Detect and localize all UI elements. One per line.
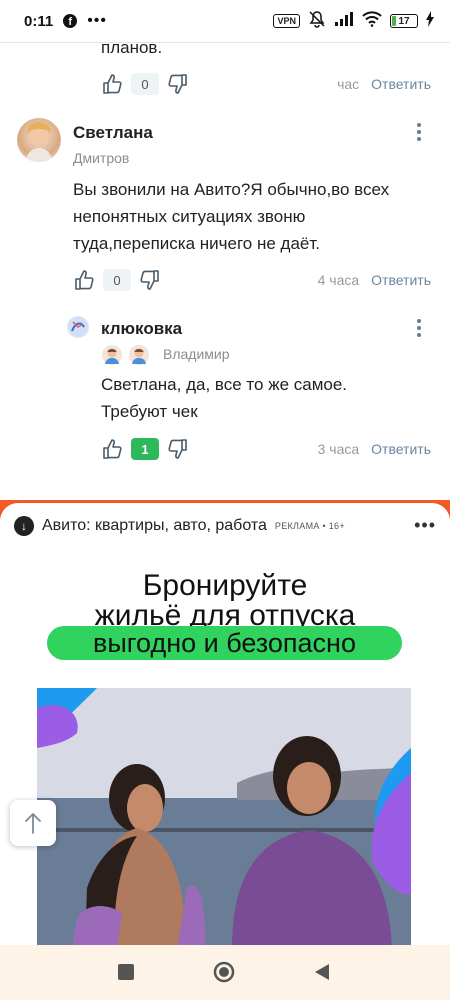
ad-header: ↓ Авито: квартиры, авто, работа РЕКЛАМА … [14,515,436,536]
download-arrow-icon: ↓ [14,515,34,536]
like-button[interactable] [73,269,95,291]
arrow-up-icon [25,813,41,834]
ad-image[interactable] [37,688,411,948]
reply-link[interactable]: Ответить [371,272,431,288]
comment-text-line: Светлана, да, все то же самое. [101,375,348,394]
back-button[interactable] [313,963,331,981]
signal-icon [334,11,354,32]
status-bar: 0:11 f ••• VPN 17 [0,0,450,42]
like-count: 0 [131,73,159,95]
ad-card[interactable]: ↓ Авито: квартиры, авто, работа РЕКЛАМА … [0,503,450,963]
comment-text-line: непонятных ситуациях звоню [73,207,306,226]
ad-label: РЕКЛАМА • 16+ [274,520,345,531]
recent-apps-button[interactable] [117,963,135,981]
user-badge-icon [128,344,150,366]
status-time: 0:11 [24,12,54,30]
comment-author[interactable]: клюковка [101,319,182,339]
avatar[interactable] [17,118,61,162]
status-divider [0,42,450,43]
comment-text-line: Требуют чек [101,402,198,421]
like-count: 1 [131,438,159,460]
vpn-icon: VPN [273,14,300,28]
like-count: 0 [103,269,131,291]
system-nav-bar [0,945,450,1000]
ad-headline-line: Бронируйте [142,569,308,602]
reply-link[interactable]: Ответить [371,441,431,457]
comment-menu-button[interactable] [409,121,429,143]
user-badge-icon [101,344,123,366]
comment-text-line: Вы звонили на Авито?Я обычно,во всех [73,180,390,199]
battery-fill [392,16,397,26]
dislike-button[interactable] [139,269,161,291]
dislike-button[interactable] [167,73,189,95]
comment-actions: 1 3 часа Ответить [101,438,431,460]
facebook-notification-icon: f [63,14,78,28]
home-button[interactable] [213,961,235,983]
comment-location: Дмитров [73,150,130,166]
comment-body: Вы звонили на Авито?Я обычно,во всех неп… [73,176,423,257]
more-notifications-icon: ••• [87,12,108,29]
battery-level: 17 [398,15,410,27]
comment-text-tail: планов. [101,38,163,57]
ad-highlight: выгодно и безопасно [47,626,402,660]
comment-text-line: туда,переписка ничего не даёт. [73,234,320,253]
wifi-icon [362,10,382,32]
charging-icon [426,10,434,32]
comment-menu-button[interactable] [409,317,429,339]
like-button[interactable] [101,438,123,460]
avatar[interactable] [67,316,89,338]
comment-time: 4 часа [317,272,360,288]
comment-author[interactable]: Светлана [73,123,153,143]
dislike-button[interactable] [167,438,189,460]
scroll-to-top-button[interactable] [10,800,56,846]
battery-icon: 17 [390,14,418,28]
comment-actions: 0 4 часа Ответить [73,269,431,291]
like-button[interactable] [101,73,123,95]
comment-body: Светлана, да, все то же самое. Требуют ч… [101,371,421,425]
comment-time: час [337,76,360,92]
mute-icon [308,10,326,33]
comment-time: 3 часа [317,441,360,457]
ad-title[interactable]: Авито: квартиры, авто, работа [42,517,267,535]
comment-actions: 0 час Ответить [101,73,431,95]
reply-link[interactable]: Ответить [371,76,431,92]
ad-more-icon[interactable]: ••• [414,515,436,536]
comment-location: Владимир [163,346,230,362]
